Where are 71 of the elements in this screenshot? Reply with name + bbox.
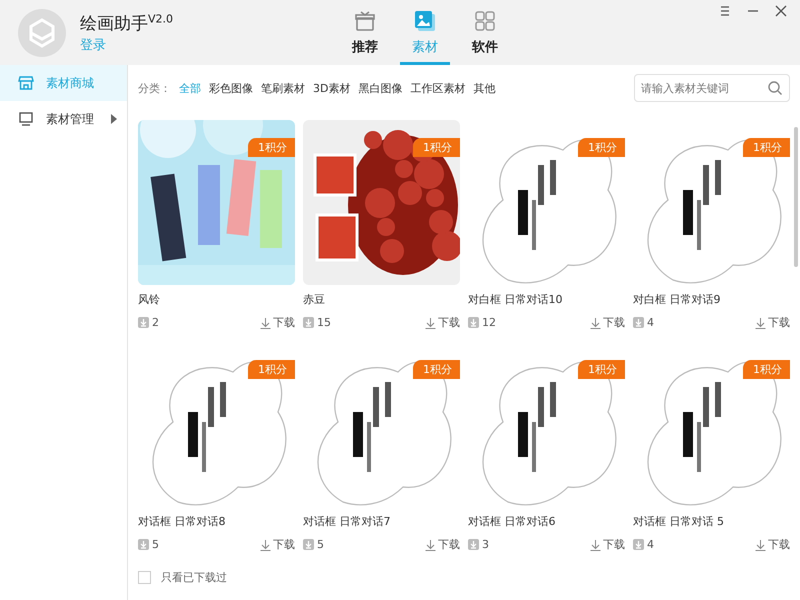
material-title: 对话框 日常对话7 <box>303 514 392 529</box>
scrollbar[interactable] <box>794 127 798 267</box>
download-button[interactable]: 下载 <box>755 537 790 552</box>
store-icon <box>18 75 34 91</box>
material-title: 对话框 日常对话8 <box>138 514 226 529</box>
checkbox[interactable] <box>138 571 151 584</box>
category-filter[interactable]: 3D素材 <box>309 80 354 96</box>
download-button[interactable]: 下载 <box>590 537 625 552</box>
downloaded-only-checkbox[interactable]: 只看已下载过 <box>138 570 227 585</box>
material-title: 风铃 <box>138 292 161 307</box>
download-count-icon <box>138 539 149 550</box>
download-icon <box>590 538 601 550</box>
download-button[interactable]: 下载 <box>425 315 460 330</box>
download-icon <box>755 538 766 550</box>
category-filter[interactable]: 工作区素材 <box>406 80 470 96</box>
logo-icon <box>18 8 66 56</box>
download-icon <box>260 316 271 328</box>
menu-icon[interactable] <box>718 4 732 18</box>
points-badge: 1积分 <box>413 138 460 157</box>
download-icon <box>590 316 601 328</box>
download-icon <box>755 316 766 328</box>
download-count: 5 <box>317 538 324 551</box>
download-count: 3 <box>482 538 489 551</box>
points-badge: 1积分 <box>248 138 295 157</box>
image-icon <box>414 10 436 32</box>
category-filter[interactable]: 彩色图像 <box>205 80 257 96</box>
material-title: 对白框 日常对话10 <box>468 292 564 307</box>
points-badge: 1积分 <box>743 360 790 379</box>
download-count-icon <box>633 317 644 328</box>
download-button[interactable]: 下载 <box>425 537 460 552</box>
points-badge: 1积分 <box>743 138 790 157</box>
tab[interactable]: 推荐 <box>340 0 390 65</box>
app-title: 绘画助手$^{V2.0}$ <box>80 12 174 34</box>
download-count: 5 <box>152 538 159 551</box>
download-count-icon <box>468 539 479 550</box>
search-field[interactable]: 请输入素材关键词 <box>634 74 790 102</box>
download-button[interactable]: 下载 <box>590 315 625 330</box>
category-filter[interactable]: 其他 <box>469 80 500 96</box>
points-badge: 1积分 <box>413 360 460 379</box>
download-button[interactable]: 下载 <box>260 315 295 330</box>
monitor-icon <box>18 111 34 127</box>
download-count-icon <box>138 317 149 328</box>
gift-icon <box>354 10 376 32</box>
points-badge: 1积分 <box>578 360 625 379</box>
material-title: 赤豆 <box>303 292 326 307</box>
points-badge: 1积分 <box>248 360 295 379</box>
tab[interactable]: 软件 <box>460 0 510 65</box>
material-title: 对白框 日常对话9 <box>633 292 722 307</box>
points-badge: 1积分 <box>578 138 625 157</box>
filter-label: 分类： <box>138 80 171 96</box>
download-icon <box>425 316 436 328</box>
download-count: 4 <box>647 316 654 329</box>
download-count: 4 <box>647 538 654 551</box>
material-title: 对话框 日常对话6 <box>468 514 556 529</box>
download-count-icon <box>468 317 479 328</box>
download-count-icon <box>303 317 314 328</box>
category-filter[interactable]: 黑白图像 <box>354 80 406 96</box>
download-count: 2 <box>152 316 159 329</box>
search-icon[interactable] <box>767 80 783 96</box>
category-filter[interactable]: 笔刷素材 <box>257 80 309 96</box>
download-count: 15 <box>317 316 331 329</box>
download-icon <box>425 538 436 550</box>
download-count-icon <box>633 539 644 550</box>
material-title: 对话框 日常对话 5 <box>633 514 725 529</box>
download-count: 12 <box>482 316 496 329</box>
close-icon[interactable] <box>774 4 788 18</box>
grid-icon <box>474 10 496 32</box>
download-icon <box>260 538 271 550</box>
download-button[interactable]: 下载 <box>755 315 790 330</box>
download-button[interactable]: 下载 <box>260 537 295 552</box>
download-count-icon <box>303 539 314 550</box>
